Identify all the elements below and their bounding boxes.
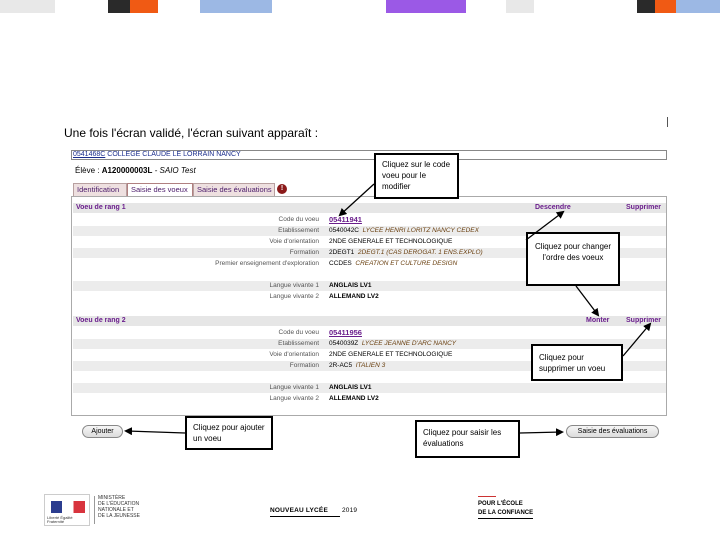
field-row: Code du voeu 05411956 bbox=[73, 328, 666, 338]
descendre-link[interactable]: Descendre bbox=[535, 203, 571, 213]
lv2-value: ALLEMAND LV2 bbox=[329, 293, 379, 300]
student-id: A120000003L bbox=[101, 166, 153, 175]
etab-code: 0540042C bbox=[329, 227, 359, 234]
ministere-logo: Liberté Égalité Fraternité Ministère de … bbox=[44, 494, 152, 526]
ajouter-button[interactable]: Ajouter bbox=[82, 425, 123, 438]
voie-value: 2NDE GENERALE ET TECHNOLOGIQUE bbox=[329, 238, 453, 245]
premier-name: CREATION ET CULTURE DESIGN bbox=[355, 260, 458, 267]
tab-saisie-evaluations[interactable]: Saisie des évaluations bbox=[193, 183, 275, 196]
field-label: Langue vivante 2 bbox=[269, 395, 319, 402]
voie-value: 2NDE GENERALE ET TECHNOLOGIQUE bbox=[329, 351, 453, 358]
callout-ordre: Cliquez pour changer l'ordre des voeux bbox=[526, 232, 620, 286]
arrow bbox=[519, 428, 564, 437]
supprimer-link-2[interactable]: Supprimer bbox=[626, 316, 661, 326]
premier-code: CCDES bbox=[329, 260, 352, 267]
topbar-segment bbox=[676, 0, 720, 13]
etab-name: LYCEE HENRI LORITZ NANCY CEDEX bbox=[362, 227, 479, 234]
field-label: Langue vivante 1 bbox=[269, 384, 319, 391]
tab-saisie-voeux[interactable]: Saisie des voeux bbox=[127, 183, 193, 197]
field-row: Langue vivante 2 ALLEMAND LV2 bbox=[73, 394, 666, 404]
rank-header-1: Voeu de rang 1 Descendre Supprimer bbox=[73, 203, 666, 213]
voeu-code-link-1[interactable]: 05411941 bbox=[329, 215, 362, 224]
formation-code: 2R-AC5 bbox=[329, 362, 353, 369]
tab-identification[interactable]: Identification bbox=[73, 183, 127, 196]
topbar-segment bbox=[200, 0, 272, 13]
slide-title: Une fois l'écran validé, l'écran suivant… bbox=[64, 126, 319, 140]
field-label: Etablissement bbox=[278, 227, 319, 234]
etab-code: 0540039Z bbox=[329, 340, 359, 347]
field-label: Premier enseignement d'exploration bbox=[215, 260, 319, 267]
lv2-value: ALLEMAND LV2 bbox=[329, 395, 379, 402]
topbar-segment bbox=[386, 0, 466, 13]
warning-icon: ! bbox=[277, 184, 287, 194]
callout-code-voeu: Cliquez sur le code voeu pour le modifie… bbox=[374, 153, 459, 199]
lv1-value: ANGLAIS LV1 bbox=[329, 282, 372, 289]
field-label: Code du voeu bbox=[278, 216, 319, 223]
field-label: Langue vivante 2 bbox=[269, 293, 319, 300]
voeux-panel: Voeu de rang 1 Descendre Supprimer Code … bbox=[71, 196, 667, 416]
topbar-segment bbox=[506, 0, 534, 13]
student-name: - SAIO Test bbox=[152, 166, 196, 175]
student-label: Élève : bbox=[75, 166, 102, 175]
college-bar: 0541468C COLLEGE CLAUDE LE LORRAIN NANCY bbox=[71, 150, 667, 160]
topbar-segment bbox=[130, 0, 158, 13]
lv1-value: ANGLAIS LV1 bbox=[329, 384, 372, 391]
topbar-segment bbox=[637, 0, 655, 13]
formation-code: 2DEGT1 bbox=[329, 249, 355, 256]
top-color-bar bbox=[0, 0, 720, 13]
ecole-confiance-logo: POUR L'ÉCOLE DE LA CONFIANCE bbox=[478, 496, 534, 519]
rank-label: Voeu de rang 1 bbox=[76, 204, 126, 211]
college-name: COLLEGE CLAUDE LE LORRAIN NANCY bbox=[107, 151, 241, 158]
topbar-segment bbox=[655, 0, 677, 13]
arrow bbox=[124, 427, 186, 436]
etab-name: LYCEE JEANNE D'ARC NANCY bbox=[361, 340, 457, 347]
field-label: Formation bbox=[289, 362, 319, 369]
topbar-segment bbox=[108, 0, 130, 13]
field-row: Code du voeu 05411941 bbox=[73, 215, 666, 225]
rank-header-2: Voeu de rang 2 Monter Supprimer bbox=[73, 316, 666, 326]
callout-evaluations: Cliquez pour saisir les évaluations bbox=[415, 420, 520, 458]
formation-name: 2DEGT.1 (CAS DEROGAT. 1 ENS.EXPLO) bbox=[357, 249, 483, 256]
nouveau-lycee-logo: NOUVEAU LYCÉE 2019 bbox=[270, 507, 357, 517]
monter-link[interactable]: Monter bbox=[586, 316, 609, 326]
field-label: Etablissement bbox=[278, 340, 319, 347]
supprimer-link-1[interactable]: Supprimer bbox=[626, 203, 661, 213]
field-row: Langue vivante 2 ALLEMAND LV2 bbox=[73, 292, 666, 302]
field-label: Formation bbox=[289, 249, 319, 256]
field-row: Langue vivante 1 ANGLAIS LV1 bbox=[73, 383, 666, 393]
formation-name: ITALIEN 3 bbox=[355, 362, 386, 369]
callout-supprimer: Cliquez pour supprimer un voeu bbox=[531, 344, 623, 381]
field-label: Langue vivante 1 bbox=[269, 282, 319, 289]
topbar-segment bbox=[0, 0, 55, 13]
marianne-flag-icon: Liberté Égalité Fraternité bbox=[44, 494, 90, 526]
text-cursor-mark bbox=[667, 117, 668, 127]
college-code[interactable]: 0541468C bbox=[73, 151, 105, 158]
saisie-evaluations-button[interactable]: Saisie des évaluations bbox=[566, 425, 659, 438]
voeu-code-link-2[interactable]: 05411956 bbox=[329, 328, 362, 337]
callout-ajouter: Cliquez pour ajouter un voeu bbox=[185, 416, 273, 450]
rank-label: Voeu de rang 2 bbox=[76, 317, 126, 324]
field-label: Voie d'orientation bbox=[269, 351, 319, 358]
student-line: Élève : A120000003L - SAIO Test bbox=[75, 166, 196, 175]
field-label: Code du voeu bbox=[278, 329, 319, 336]
field-label: Voie d'orientation bbox=[269, 238, 319, 245]
